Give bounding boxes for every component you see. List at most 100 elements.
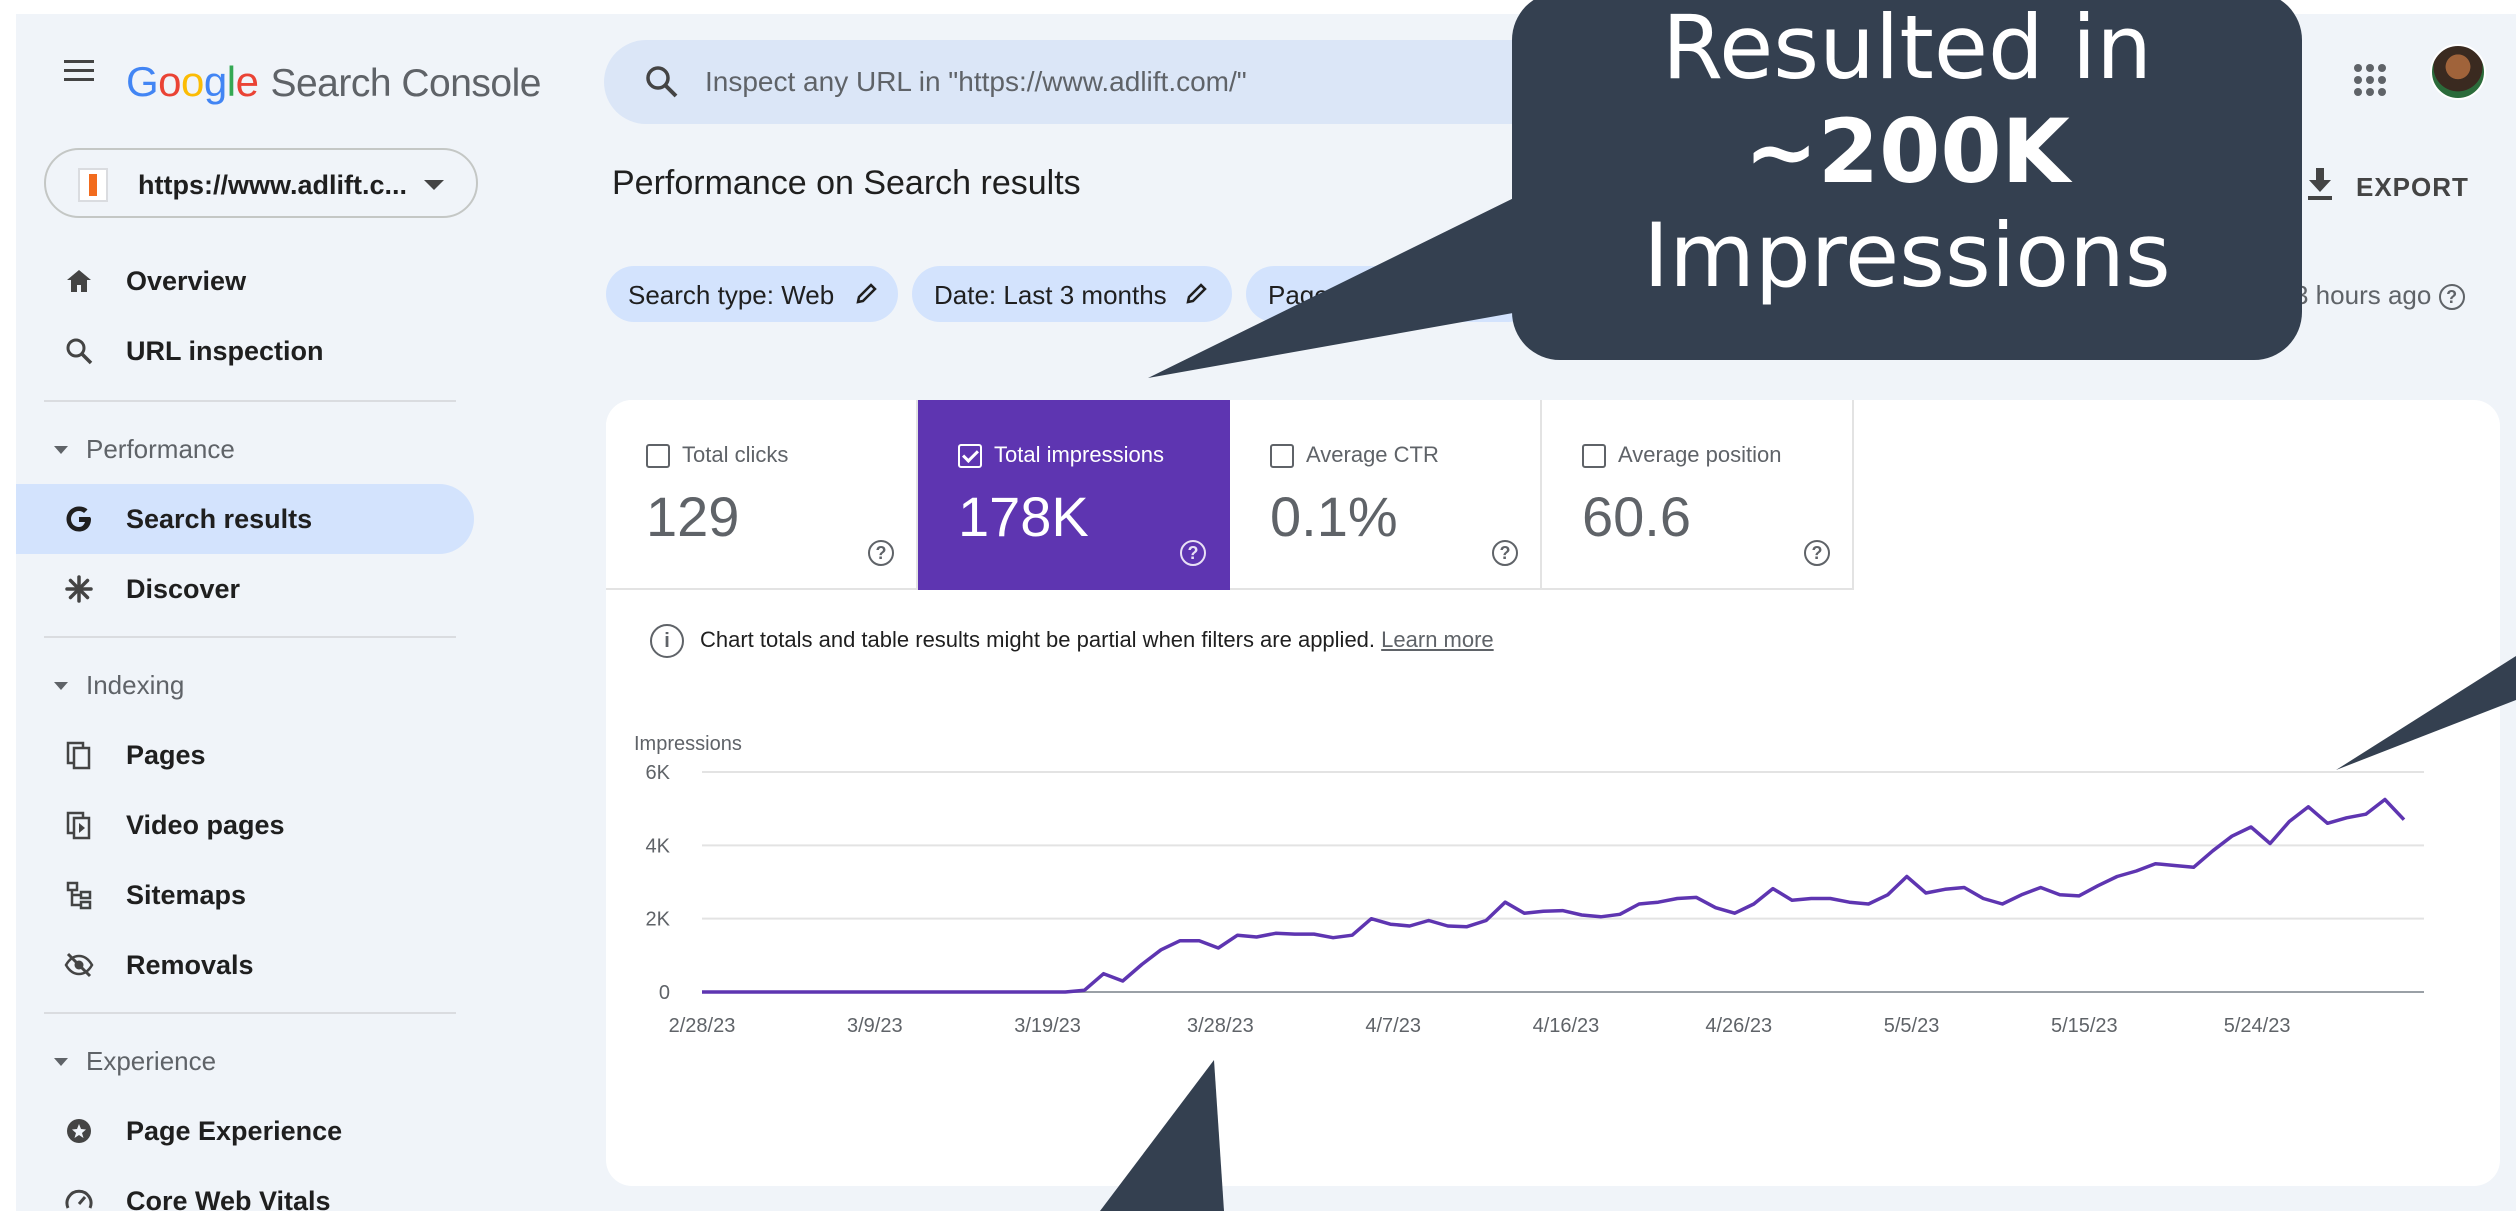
property-selector[interactable]: https://www.adlift.c... xyxy=(44,148,478,218)
x-tick-label: 5/15/23 xyxy=(2051,1015,2118,1037)
annotation-callout: Resulted in ~200K Impressions xyxy=(1512,0,2302,360)
logo-letter: o xyxy=(181,58,204,105)
metric-checkbox[interactable] xyxy=(646,444,670,468)
property-label: https://www.adlift.c... xyxy=(138,170,407,200)
y-tick-label: 0 xyxy=(659,982,670,1004)
performance-card: Total clicks 129 ? Total impressions 178… xyxy=(606,400,2500,1186)
metric-total-impressions[interactable]: Total impressions 178K ? xyxy=(918,400,1230,590)
x-tick-label: 4/16/23 xyxy=(1533,1015,1600,1037)
sidebar-item-video-pages[interactable]: Video pages xyxy=(16,790,474,860)
export-label: EXPORT xyxy=(2356,172,2469,202)
x-tick-label: 4/7/23 xyxy=(1365,1015,1421,1037)
metric-label: Average position xyxy=(1618,442,1782,467)
metric-average-ctr[interactable]: Average CTR 0.1% ? xyxy=(1230,400,1542,590)
sidebar-item-pages[interactable]: Pages xyxy=(16,720,474,790)
help-icon[interactable]: ? xyxy=(868,540,894,566)
search-icon xyxy=(66,338,93,365)
help-icon[interactable]: ? xyxy=(2438,284,2465,311)
impressions-series-line xyxy=(702,797,2406,994)
callout-line: Resulted in xyxy=(1661,0,2153,99)
help-icon[interactable]: ? xyxy=(1492,540,1518,566)
info-icon: i xyxy=(650,624,684,658)
learn-more-link[interactable]: Learn more xyxy=(1381,627,1494,652)
last-updated: 3 hours ago ? xyxy=(2294,280,2465,311)
last-updated-text: 3 hours ago xyxy=(2294,280,2432,310)
sidebar-item-label: Sitemaps xyxy=(126,880,247,910)
metric-average-position[interactable]: Average position 60.6 ? xyxy=(1542,400,1854,590)
notice-text: Chart totals and table results might be … xyxy=(700,626,1376,652)
help-icon[interactable]: ? xyxy=(1804,540,1830,566)
home-icon xyxy=(67,270,91,292)
eye-off-icon xyxy=(64,952,94,978)
y-tick-label: 4K xyxy=(646,835,671,857)
sidebar-item-label: Removals xyxy=(126,950,254,980)
sidebar-item-sitemaps[interactable]: Sitemaps xyxy=(16,860,474,930)
sidebar-item-core-web-vitals[interactable]: Core Web Vitals xyxy=(16,1166,474,1211)
sidebar-item-discover[interactable]: Discover xyxy=(16,554,474,624)
sidebar-item-removals[interactable]: Removals xyxy=(16,930,474,1000)
sidebar-item-label: Overview xyxy=(126,266,247,296)
sidebar-item-label: Pages xyxy=(126,740,206,770)
sidebar-item-label: Video pages xyxy=(126,810,285,840)
y-axis-label: Impressions xyxy=(634,733,742,755)
site-favicon-icon xyxy=(78,168,108,202)
callout-highlight: ~200K xyxy=(1744,100,2070,203)
logo-letter: g xyxy=(203,58,227,105)
x-tick-label: 2/28/23 xyxy=(669,1015,736,1037)
edit-pencil-icon[interactable] xyxy=(854,280,880,306)
apps-grid-icon[interactable] xyxy=(2354,64,2386,96)
section-title: Performance xyxy=(86,434,235,464)
metric-checkbox[interactable] xyxy=(958,444,982,468)
section-title: Indexing xyxy=(86,670,185,700)
metric-value: 60.6 xyxy=(1582,485,1691,548)
sidebar-item-label: Discover xyxy=(126,574,241,604)
metric-checkbox[interactable] xyxy=(1582,444,1606,468)
help-icon[interactable]: ? xyxy=(1180,540,1206,566)
search-console-logo[interactable]: Google Search Console xyxy=(126,58,541,106)
sidebar-divider xyxy=(44,400,456,402)
sidebar-item-label: Search results xyxy=(126,504,313,534)
metric-checkbox[interactable] xyxy=(1270,444,1294,468)
product-name: Search Console xyxy=(270,62,541,105)
video-pages-icon xyxy=(66,811,91,840)
page-title: Performance on Search results xyxy=(612,164,1081,202)
x-tick-label: 5/24/23 xyxy=(2224,1015,2291,1037)
pages-icon xyxy=(66,741,91,770)
filter-label: Search type: Web xyxy=(628,280,835,310)
url-inspect-search[interactable]: Inspect any URL in "https://www.adlift.c… xyxy=(604,40,1604,124)
metric-label: Total clicks xyxy=(682,442,789,467)
filter-label: Date: Last 3 months xyxy=(934,280,1167,310)
sitemap-icon xyxy=(66,881,92,910)
sidebar-item-label: URL inspection xyxy=(126,336,324,366)
search-icon xyxy=(646,66,678,98)
sidebar-divider xyxy=(44,636,456,638)
main-menu-icon[interactable] xyxy=(62,54,96,88)
metric-label: Total impressions xyxy=(994,442,1164,467)
section-title: Experience xyxy=(86,1046,217,1076)
sidebar-item-label: Page Experience xyxy=(126,1116,343,1146)
logo-letter: o xyxy=(158,58,182,105)
filter-chip-date[interactable]: Date: Last 3 months xyxy=(912,266,1232,322)
metric-value: 178K xyxy=(958,485,1089,548)
sidebar-item-search-results[interactable]: Search results xyxy=(16,484,474,554)
x-tick-label: 3/28/23 xyxy=(1187,1015,1254,1037)
download-icon xyxy=(2308,168,2332,200)
google-g-icon xyxy=(66,506,91,532)
asterisk-icon xyxy=(65,575,93,603)
filter-chip-page[interactable]: Page: xyxy=(1246,266,1536,322)
impressions-chart: Impressions 0 2K 4K 6K 2/28/23 3/9/23 3/19/23 3/… xyxy=(634,733,2424,1037)
search-placeholder[interactable]: Inspect any URL in "https://www.adlift.c… xyxy=(705,66,1247,98)
edit-pencil-icon[interactable] xyxy=(1184,280,1210,306)
partial-data-notice: i Chart totals and table results might be… xyxy=(650,624,1494,658)
x-tick-label: 3/9/23 xyxy=(847,1015,903,1037)
sidebar-item-url-inspection[interactable]: URL inspection xyxy=(16,316,474,386)
x-tick-label: 5/5/23 xyxy=(1884,1015,1940,1037)
filter-chip-search-type[interactable]: Search type: Web xyxy=(606,266,898,322)
callout-line: Impressions xyxy=(1643,204,2171,307)
avatar[interactable] xyxy=(2430,44,2486,100)
filter-label: Page: xyxy=(1268,280,1336,310)
logo-letter: G xyxy=(126,58,159,105)
sidebar-item-page-experience[interactable]: Page Experience xyxy=(16,1096,474,1166)
metric-total-clicks[interactable]: Total clicks 129 ? xyxy=(606,400,918,590)
sidebar-item-overview[interactable]: Overview xyxy=(16,246,474,316)
